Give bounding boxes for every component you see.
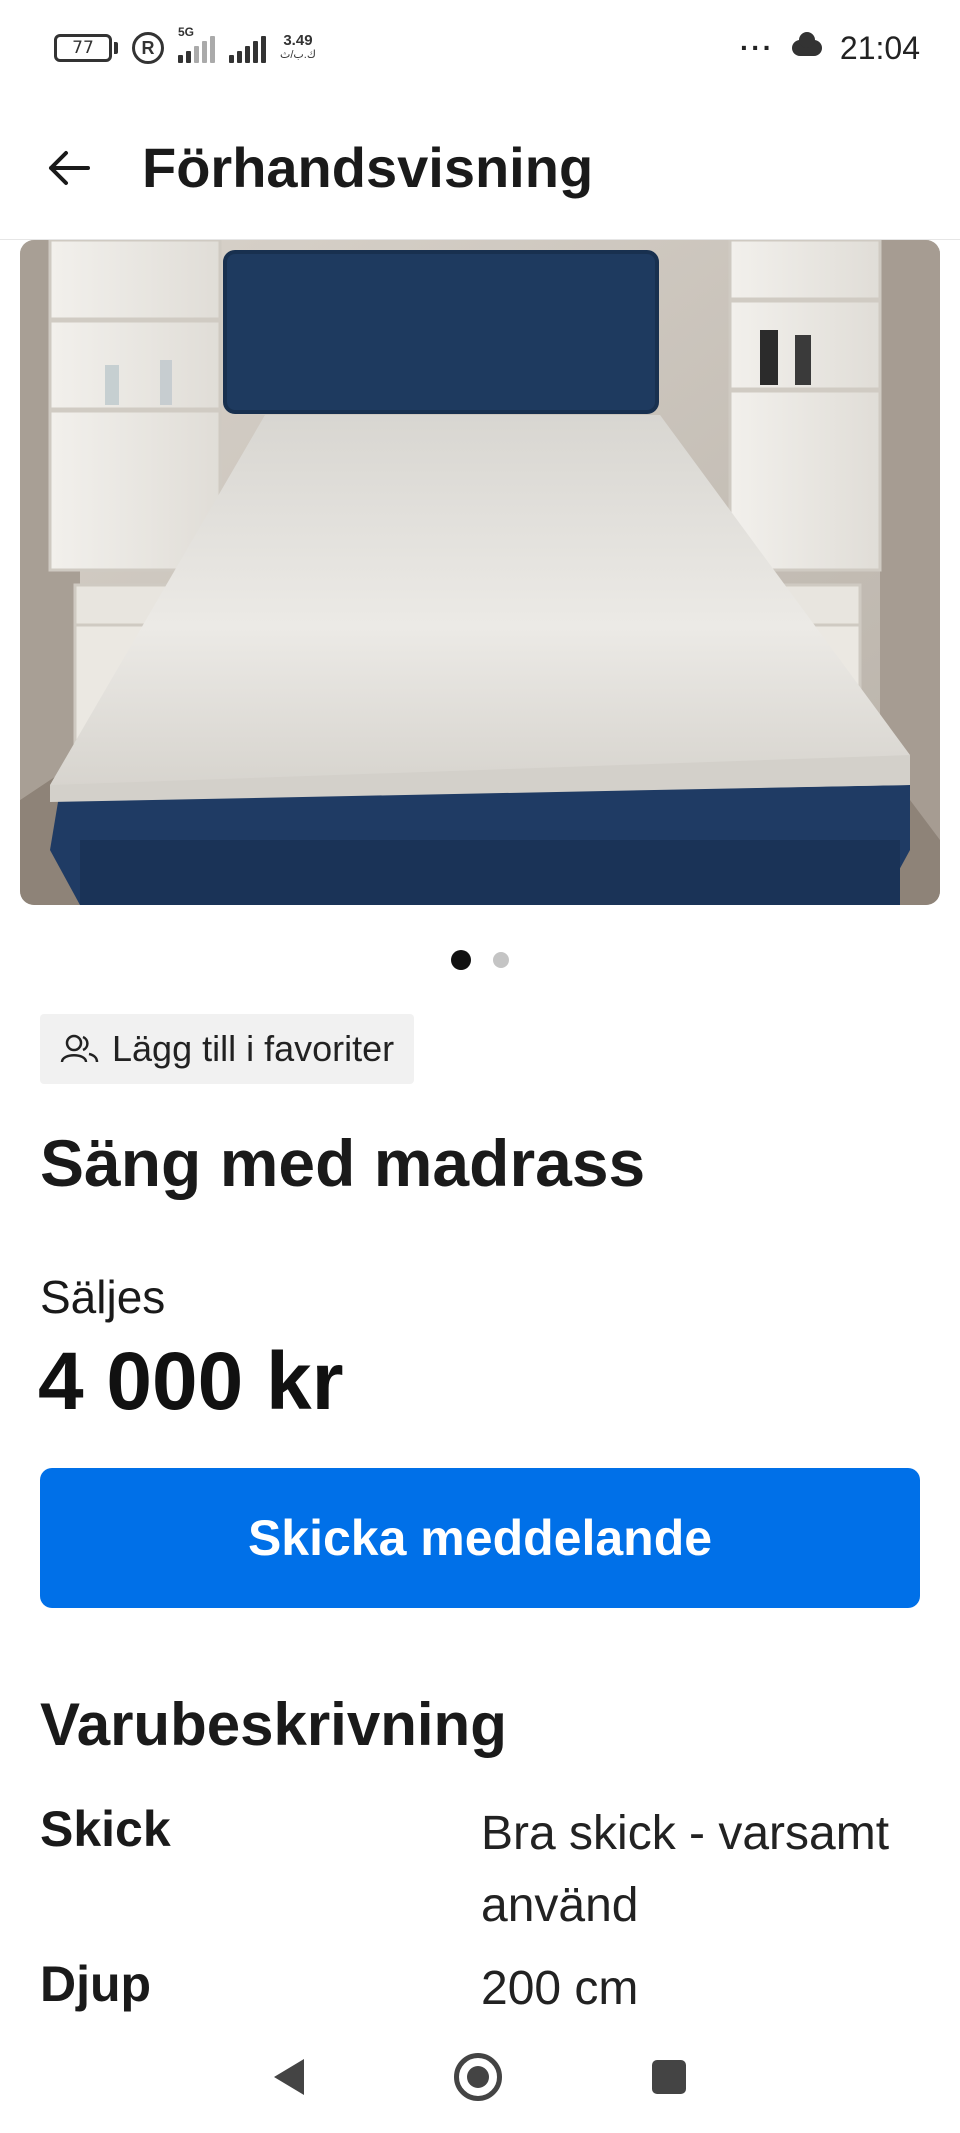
add-to-favorites-label: Lägg till i favoriter — [112, 1028, 395, 1069]
cloud-icon — [791, 32, 822, 56]
network-type: 5G — [178, 25, 195, 39]
listing-photo — [20, 240, 940, 905]
pagination-dot[interactable] — [493, 952, 509, 968]
listing-price: 4 000 kr — [38, 1336, 344, 1427]
registered-icon: R — [132, 32, 164, 64]
spec-value-condition: Bra skick - varsamt använd — [481, 1807, 890, 1932]
pagination-dot-active[interactable] — [451, 950, 471, 970]
app-header: Förhandsvisning — [0, 96, 960, 240]
more-dots-icon: ··· — [739, 32, 774, 63]
clock: 21:04 — [839, 29, 920, 66]
add-to-favorites-button[interactable]: Lägg till i favoriter — [40, 1014, 415, 1084]
signal-icon — [229, 33, 266, 63]
arrow-left-icon — [49, 150, 90, 185]
battery-icon: 77 — [54, 34, 118, 62]
speed-value: 3.49 — [283, 32, 313, 49]
page-title: Förhandsvisning — [142, 136, 594, 199]
send-message-button[interactable]: Skicka meddelande — [40, 1468, 920, 1608]
system-nav-bar — [0, 2020, 960, 2133]
spec-label-condition: Skick — [40, 1801, 171, 1857]
nav-back-icon[interactable] — [274, 2058, 304, 2095]
battery-level: 77 — [72, 38, 94, 58]
status-left-group: 77 R 5G 3.49 ك.ب/ث — [54, 25, 316, 64]
nav-home-icon[interactable] — [454, 2052, 502, 2101]
status-right-group: ··· 21:04 — [740, 30, 920, 67]
listing-title: Säng med madrass — [40, 1126, 646, 1200]
speed-unit: ك.ب/ث — [280, 49, 316, 61]
users-icon — [60, 1034, 99, 1063]
sale-type: Säljes — [40, 1271, 166, 1323]
description-heading: Varubeskrivning — [40, 1691, 507, 1758]
back-button[interactable] — [44, 144, 92, 192]
network-speed: 3.49 ك.ب/ث — [280, 33, 316, 63]
image-gallery[interactable] — [20, 240, 940, 905]
status-bar: 77 R 5G 3.49 ك.ب/ث ··· 21:04 — [0, 0, 960, 96]
gallery-pagination — [0, 950, 960, 970]
nav-recents-icon[interactable] — [652, 2059, 686, 2094]
spec-label-depth: Djup — [40, 1956, 152, 2012]
signal-5g-icon: 5G — [178, 25, 215, 63]
spec-value-depth: 200 cm — [481, 1962, 639, 2015]
